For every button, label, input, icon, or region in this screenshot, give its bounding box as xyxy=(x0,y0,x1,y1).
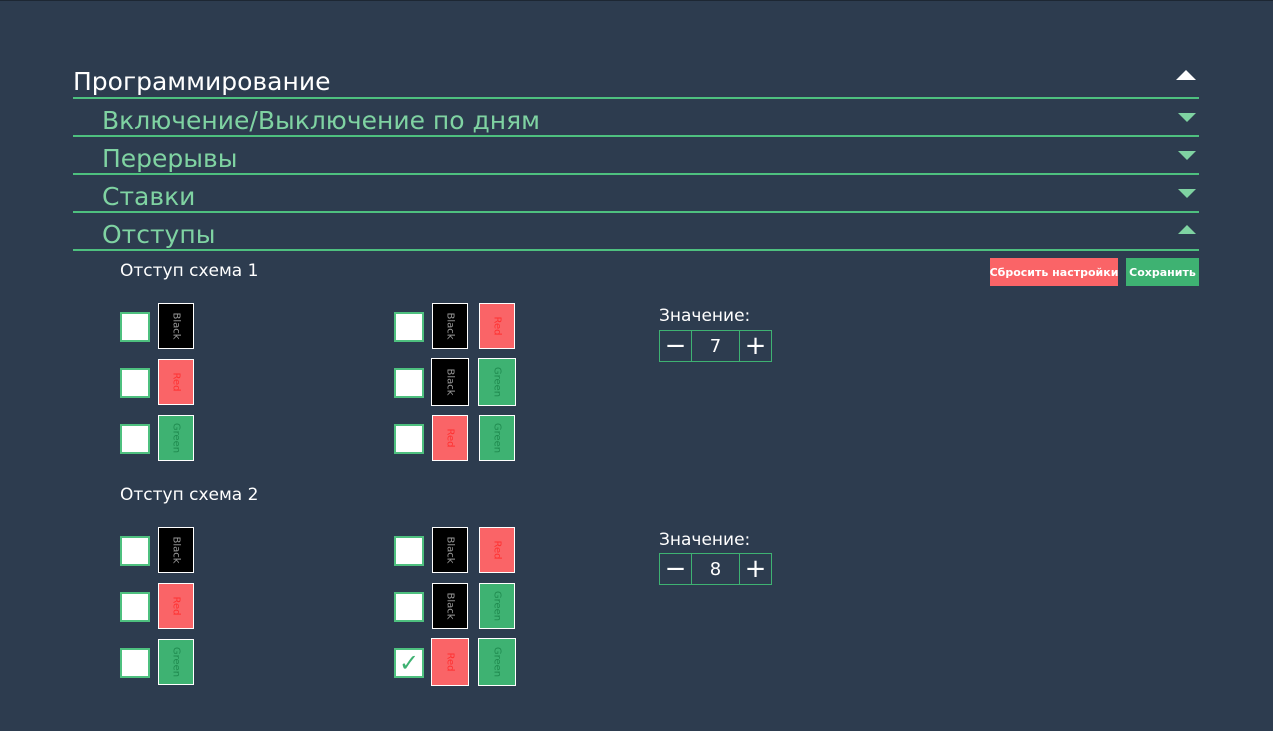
scheme-1-checkbox-red[interactable] xyxy=(120,368,150,398)
accordion-breaks-header[interactable]: Перерывы xyxy=(73,137,1199,175)
scheme-2-checkbox-red[interactable] xyxy=(120,592,150,622)
color-swatch-black: Black xyxy=(432,527,468,573)
scheme-1-checkbox-red-green[interactable] xyxy=(394,424,424,454)
scheme-2-value-label: Значение: xyxy=(659,530,751,550)
color-swatch-green: Green xyxy=(158,415,194,461)
accordion-onoff-by-days-header[interactable]: Включение/Выключение по дням xyxy=(73,99,1199,137)
color-swatch-green-split: Green xyxy=(478,358,516,406)
accordion-programming-header[interactable]: Программирование xyxy=(73,62,1199,99)
accordion-section-title: Ставки xyxy=(102,181,196,211)
programming-accordion: Программирование Включение/Выключение по… xyxy=(73,62,1199,251)
scheme-1-checkbox-black-red[interactable] xyxy=(394,312,424,342)
accordion-programming-title: Программирование xyxy=(73,66,331,96)
color-swatch-red: Red xyxy=(479,527,515,573)
accordion-section-title: Отступы xyxy=(102,219,216,249)
accordion-section-title: Включение/Выключение по дням xyxy=(102,105,541,135)
triangle-down-icon[interactable] xyxy=(1178,188,1196,198)
save-button[interactable]: Сохранить xyxy=(1126,258,1199,286)
triangle-down-icon[interactable] xyxy=(1178,150,1196,160)
window-top-edge xyxy=(0,0,1273,1)
scheme-1-value: 7 xyxy=(692,330,739,362)
color-swatch-black: Black xyxy=(432,303,468,349)
color-swatch-black: Black xyxy=(158,527,194,573)
scheme-1-checkbox-black-green[interactable] xyxy=(394,368,424,398)
decrement-button[interactable]: − xyxy=(659,553,692,585)
scheme-2-checkbox-black-red[interactable] xyxy=(394,536,424,566)
scheme-1-value-label: Значение: xyxy=(659,306,751,326)
increment-button[interactable]: + xyxy=(739,330,772,362)
color-swatch-black: Black xyxy=(158,303,194,349)
triangle-down-icon[interactable] xyxy=(1178,112,1196,122)
triangle-up-icon[interactable] xyxy=(1178,224,1196,234)
scheme-1-checkbox-green[interactable] xyxy=(120,424,150,454)
scheme-2-value: 8 xyxy=(692,553,739,585)
color-swatch-red: Red xyxy=(158,359,194,405)
scheme-2-checkbox-black[interactable] xyxy=(120,536,150,566)
color-swatch-black-split: Black xyxy=(431,358,469,406)
scheme-1-checkbox-black[interactable] xyxy=(120,312,150,342)
scheme-2-value-stepper: − 8 + xyxy=(659,553,772,585)
increment-button[interactable]: + xyxy=(739,553,772,585)
accordion-bets-header[interactable]: Ставки xyxy=(73,175,1199,213)
decrement-button[interactable]: − xyxy=(659,330,692,362)
color-swatch-black: Black xyxy=(432,583,468,629)
scheme-2-checkbox-green[interactable] xyxy=(120,648,150,678)
scheme-1-title: Отступ схема 1 xyxy=(120,261,259,281)
scheme-2-title: Отступ схема 2 xyxy=(120,485,259,505)
reset-settings-button[interactable]: Сбросить настройки xyxy=(990,258,1118,286)
scheme-2-checkbox-red-green[interactable]: ✓ xyxy=(394,648,424,678)
color-swatch-green-split: Green xyxy=(478,638,516,686)
color-swatch-red: Red xyxy=(432,415,468,461)
color-swatch-red: Red xyxy=(158,583,194,629)
checkmark-icon: ✓ xyxy=(398,649,420,677)
color-swatch-red-split: Red xyxy=(431,638,469,686)
color-swatch-red: Red xyxy=(479,303,515,349)
color-swatch-green: Green xyxy=(479,583,515,629)
accordion-section-title: Перерывы xyxy=(102,143,238,173)
color-swatch-green: Green xyxy=(158,639,194,685)
color-swatch-green: Green xyxy=(479,415,515,461)
scheme-2-checkbox-black-green[interactable] xyxy=(394,592,424,622)
triangle-up-icon[interactable] xyxy=(1176,69,1196,80)
accordion-offsets-header[interactable]: Отступы xyxy=(73,213,1199,251)
scheme-1-value-stepper: − 7 + xyxy=(659,330,772,362)
